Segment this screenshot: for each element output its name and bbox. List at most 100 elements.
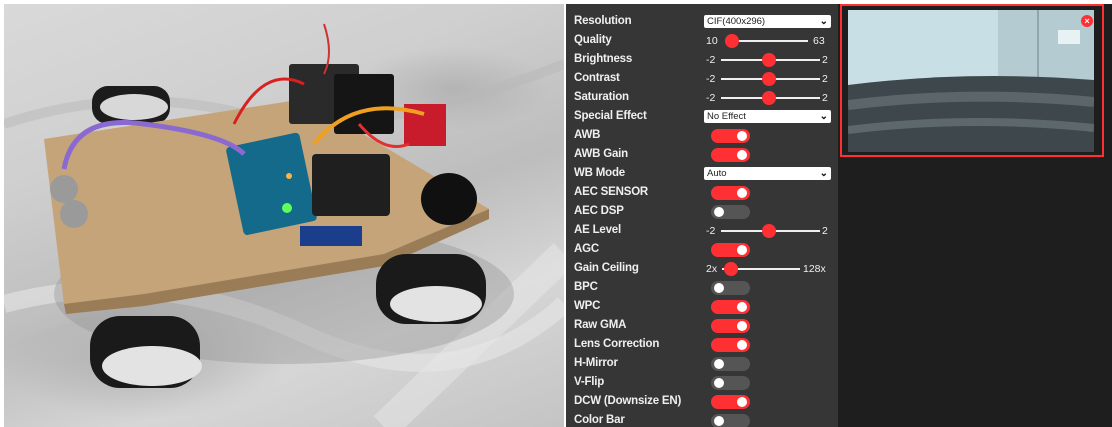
v-flip-label: V-Flip (574, 376, 605, 388)
raw-gma-label: Raw GMA (574, 319, 627, 331)
chevron-down-icon: ⌄ (819, 16, 828, 27)
resolution-select[interactable]: CIF(400x296) ⌄ (704, 15, 831, 28)
wb-mode-row: WB Mode Auto ⌄ (566, 164, 838, 183)
toggle-knob (737, 302, 747, 312)
gain-ceiling-max: 128x (803, 263, 826, 275)
awb-label: AWB (574, 129, 601, 141)
bpc-label: BPC (574, 281, 598, 293)
dcw-toggle[interactable] (711, 395, 750, 409)
wpc-row: WPC (566, 297, 838, 316)
aec-dsp-label: AEC DSP (574, 205, 624, 217)
robot-car-photo (4, 4, 564, 427)
saturation-min: -2 (706, 92, 716, 104)
color-bar-label: Color Bar (574, 414, 625, 426)
ae-level-row: AE Level -2 2 (566, 221, 838, 240)
color-bar-row: Color Bar (566, 411, 838, 427)
wpc-label: WPC (574, 300, 601, 312)
aec-dsp-toggle[interactable] (711, 205, 750, 219)
camera-settings-panel: Resolution CIF(400x296) ⌄ Quality 10 63 … (566, 4, 838, 427)
bpc-toggle[interactable] (711, 281, 750, 295)
saturation-max: 2 (822, 92, 828, 104)
brightness-max: 2 (822, 54, 828, 66)
contrast-min: -2 (706, 73, 716, 85)
agc-toggle[interactable] (711, 243, 750, 257)
toggle-knob (737, 397, 747, 407)
resolution-label: Resolution (574, 15, 632, 27)
raw-gma-row: Raw GMA (566, 316, 838, 335)
aec-dsp-row: AEC DSP (566, 202, 838, 221)
dcw-row: DCW (Downsize EN) (566, 392, 838, 411)
agc-row: AGC (566, 240, 838, 259)
toggle-knob (714, 207, 724, 217)
toggle-knob (737, 188, 747, 198)
toggle-knob (737, 245, 747, 255)
chevron-down-icon: ⌄ (819, 111, 828, 122)
camera-stream-image: × (848, 10, 1094, 152)
brightness-min: -2 (706, 54, 716, 66)
close-icon[interactable]: × (1081, 15, 1093, 27)
awb-gain-row: AWB Gain (566, 145, 838, 164)
toggle-knob (737, 340, 747, 350)
gain-ceiling-min: 2x (706, 263, 718, 275)
special-effect-value: No Effect (707, 111, 746, 122)
agc-label: AGC (574, 243, 599, 255)
saturation-label: Saturation (574, 91, 629, 103)
toggle-knob (737, 131, 747, 141)
dcw-label: DCW (Downsize EN) (574, 395, 682, 407)
contrast-max: 2 (822, 73, 828, 85)
wb-mode-value: Auto (707, 168, 727, 179)
ae-level-slider-thumb[interactable] (762, 224, 776, 238)
wb-mode-label: WB Mode (574, 167, 625, 179)
contrast-label: Contrast (574, 72, 620, 84)
color-bar-toggle[interactable] (711, 414, 750, 427)
toggle-knob (714, 359, 724, 369)
robot-car-illustration (4, 23, 564, 427)
lens-correction-toggle[interactable] (711, 338, 750, 352)
bpc-row: BPC (566, 278, 838, 297)
quality-min: 10 (706, 35, 718, 47)
raw-gma-toggle[interactable] (711, 319, 750, 333)
quality-slider-thumb[interactable] (725, 34, 739, 48)
ae-level-label: AE Level (574, 224, 621, 236)
gain-ceiling-row: Gain Ceiling 2x 128x (566, 259, 838, 278)
quality-max: 63 (813, 35, 825, 47)
lens-correction-label: Lens Correction (574, 338, 660, 350)
gain-ceiling-label: Gain Ceiling (574, 262, 639, 274)
awb-toggle[interactable] (711, 129, 750, 143)
ae-level-min: -2 (706, 225, 716, 237)
chevron-down-icon: ⌄ (819, 168, 828, 179)
lens-correction-row: Lens Correction (566, 335, 838, 354)
contrast-row: Contrast -2 2 (566, 69, 838, 88)
saturation-slider-thumb[interactable] (762, 91, 776, 105)
toggle-knob (714, 378, 724, 388)
h-mirror-label: H-Mirror (574, 357, 618, 369)
toggle-knob (737, 321, 747, 331)
special-effect-select[interactable]: No Effect ⌄ (704, 110, 831, 123)
toggle-knob (737, 150, 747, 160)
special-effect-label: Special Effect (574, 110, 647, 122)
brightness-slider-thumb[interactable] (762, 53, 776, 67)
wb-mode-select[interactable]: Auto ⌄ (704, 167, 831, 180)
aec-sensor-row: AEC SENSOR (566, 183, 838, 202)
toggle-knob (714, 283, 724, 293)
camera-stream-frame: × (840, 4, 1104, 157)
contrast-slider-thumb[interactable] (762, 72, 776, 86)
stream-scene (848, 10, 1094, 152)
awb-gain-toggle[interactable] (711, 148, 750, 162)
saturation-row: Saturation -2 2 (566, 88, 838, 107)
brightness-label: Brightness (574, 53, 633, 65)
awb-gain-label: AWB Gain (574, 148, 628, 160)
h-mirror-toggle[interactable] (711, 357, 750, 371)
aec-sensor-toggle[interactable] (711, 186, 750, 200)
v-flip-toggle[interactable] (711, 376, 750, 390)
v-flip-row: V-Flip (566, 373, 838, 392)
quality-row: Quality 10 63 (566, 31, 838, 50)
gain-ceiling-slider-thumb[interactable] (724, 262, 738, 276)
wpc-toggle[interactable] (711, 300, 750, 314)
quality-label: Quality (574, 34, 612, 46)
special-effect-row: Special Effect No Effect ⌄ (566, 107, 838, 126)
h-mirror-row: H-Mirror (566, 354, 838, 373)
resolution-row: Resolution CIF(400x296) ⌄ (566, 12, 838, 31)
aec-sensor-label: AEC SENSOR (574, 186, 649, 198)
ae-level-max: 2 (822, 225, 828, 237)
